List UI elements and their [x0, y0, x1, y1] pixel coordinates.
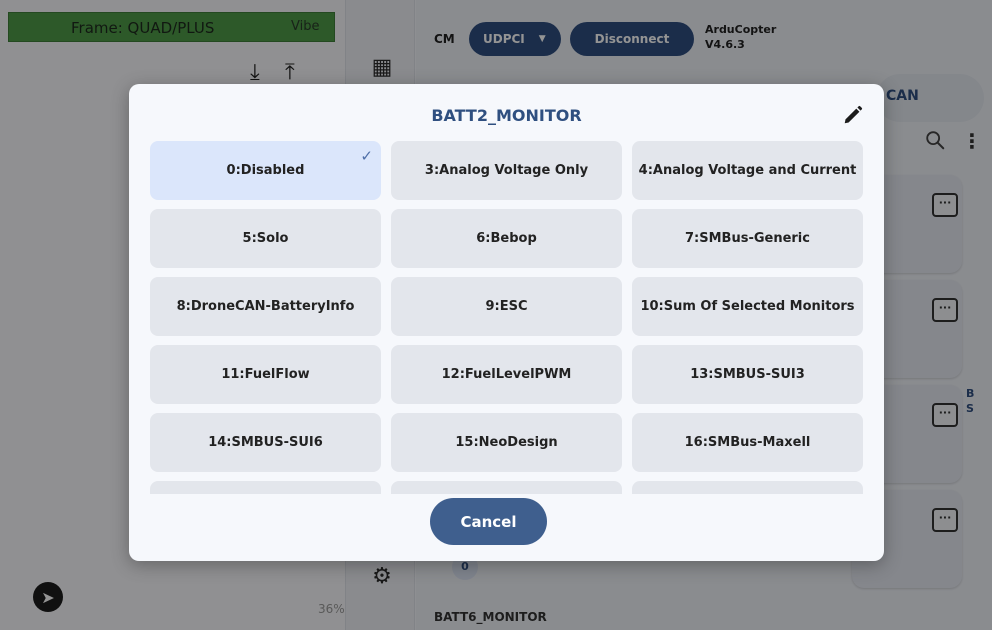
option-label: 13:SMBUS-SUI3 [690, 367, 805, 382]
option-partial[interactable] [391, 481, 622, 494]
option-partial[interactable] [632, 481, 863, 494]
option-label: 8:DroneCAN-BatteryInfo [176, 299, 355, 314]
option-label: 6:Bebop [476, 231, 537, 246]
batt2-monitor-dialog: BATT2_MONITOR 0:Disabled ✓ 3:Analog Volt… [129, 84, 884, 561]
option-partial[interactable] [150, 481, 381, 494]
option-label: 3:Analog Voltage Only [424, 163, 589, 178]
option-8-dronecan-batteryinfo[interactable]: 8:DroneCAN-BatteryInfo [150, 277, 381, 336]
option-7-smbus-generic[interactable]: 7:SMBus-Generic [632, 209, 863, 268]
option-label: 11:FuelFlow [221, 367, 310, 382]
option-3-analog-voltage-only[interactable]: 3:Analog Voltage Only [391, 141, 622, 200]
option-12-fuellevelpwm[interactable]: 12:FuelLevelPWM [391, 345, 622, 404]
option-11-fuelflow[interactable]: 11:FuelFlow [150, 345, 381, 404]
option-0-disabled[interactable]: 0:Disabled ✓ [150, 141, 381, 200]
option-10-sum-selected[interactable]: 10:Sum Of Selected Monitors [632, 277, 863, 336]
option-15-neodesign[interactable]: 15:NeoDesign [391, 413, 622, 472]
option-6-bebop[interactable]: 6:Bebop [391, 209, 622, 268]
option-label: 5:Solo [242, 231, 289, 246]
edit-pencil-icon[interactable] [842, 104, 864, 126]
option-label: 4:Analog Voltage and Current [638, 163, 857, 178]
option-label: 0:Disabled [226, 163, 305, 178]
option-14-smbus-sui6[interactable]: 14:SMBUS-SUI6 [150, 413, 381, 472]
option-label: 16:SMBus-Maxell [684, 435, 811, 450]
options-grid: 0:Disabled ✓ 3:Analog Voltage Only 4:Ana… [150, 141, 863, 494]
cancel-button[interactable]: Cancel [430, 498, 547, 545]
option-label: 15:NeoDesign [455, 435, 558, 450]
dialog-title: BATT2_MONITOR [431, 106, 582, 125]
option-9-esc[interactable]: 9:ESC [391, 277, 622, 336]
check-icon: ✓ [360, 147, 373, 165]
option-label: 7:SMBus-Generic [685, 231, 810, 246]
option-5-solo[interactable]: 5:Solo [150, 209, 381, 268]
option-16-smbus-maxell[interactable]: 16:SMBus-Maxell [632, 413, 863, 472]
option-label: 12:FuelLevelPWM [441, 367, 572, 382]
option-label: 14:SMBUS-SUI6 [208, 435, 323, 450]
option-4-analog-voltage-current[interactable]: 4:Analog Voltage and Current [632, 141, 863, 200]
option-label: 9:ESC [485, 299, 528, 314]
option-13-smbus-sui3[interactable]: 13:SMBUS-SUI3 [632, 345, 863, 404]
option-label: 10:Sum Of Selected Monitors [640, 299, 855, 314]
